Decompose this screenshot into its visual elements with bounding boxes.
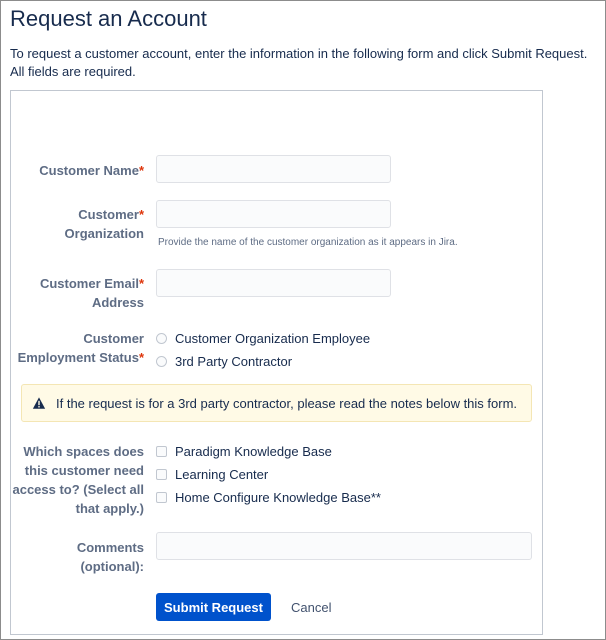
space-option-paradigm[interactable]: Paradigm Knowledge Base [156, 444, 332, 459]
intro-line-1: To request a customer account, enter the… [10, 46, 588, 61]
spaces-label-line3: access to? (Select all [12, 482, 144, 497]
customer-email-label: Customer Email* Address [40, 274, 144, 312]
contractor-warning: If the request is for a 3rd party contra… [21, 384, 532, 422]
comments-label-line1: Comments [76, 540, 144, 555]
space-option-learning-center[interactable]: Learning Center [156, 467, 268, 482]
employment-status-label-line2: Employment Status [17, 350, 139, 365]
radio-option-label: 3rd Party Contractor [175, 354, 293, 369]
comments-label-line2: (optional): [80, 559, 144, 574]
comments-label: Comments (optional): [77, 538, 144, 576]
checkbox[interactable] [156, 446, 167, 457]
spaces-label-line2: this customer need [24, 463, 144, 478]
comments-input[interactable] [156, 532, 532, 560]
radio-option-label: Customer Organization Employee [175, 331, 371, 346]
customer-name-label-text: Customer Name [39, 163, 139, 178]
space-option-home-configure[interactable]: Home Configure Knowledge Base** [156, 490, 381, 505]
intro-line-2: All fields are required. [10, 64, 136, 79]
cancel-link[interactable]: Cancel [291, 600, 331, 615]
customer-org-help: Provide the name of the customer organiz… [158, 237, 458, 248]
customer-email-input[interactable] [156, 269, 391, 297]
submit-request-button[interactable]: Submit Request [156, 593, 271, 621]
radio-option-contractor[interactable]: 3rd Party Contractor [156, 354, 292, 369]
customer-org-label: Customer* Organization [65, 205, 144, 243]
checkbox[interactable] [156, 492, 167, 503]
customer-org-label-line2: Organization [64, 226, 144, 241]
customer-name-label: Customer Name* [39, 161, 144, 180]
intro-text: To request a customer account, enter the… [10, 45, 602, 81]
required-marker: * [138, 276, 144, 291]
customer-email-label-line2: Address [91, 295, 144, 310]
request-form: Customer Name* Customer* Organization Pr… [10, 90, 543, 635]
warning-icon [32, 397, 46, 409]
required-marker: * [138, 350, 144, 365]
warning-text: If the request is for a 3rd party contra… [56, 395, 518, 411]
spaces-label: Which spaces does this customer need acc… [12, 442, 144, 518]
customer-name-input[interactable] [156, 155, 391, 183]
spaces-label-line4: that apply.) [75, 501, 144, 516]
customer-org-input[interactable] [156, 200, 391, 228]
radio-option-employee[interactable]: Customer Organization Employee [156, 331, 370, 346]
space-option-label: Home Configure Knowledge Base** [175, 490, 381, 505]
customer-email-label-line1: Customer Email [39, 276, 139, 291]
page-title: Request an Account [10, 6, 207, 31]
radio-button[interactable] [156, 333, 167, 344]
space-option-label: Paradigm Knowledge Base [175, 444, 332, 459]
required-marker: * [138, 163, 144, 178]
spaces-label-line1: Which spaces does [23, 444, 144, 459]
space-option-label: Learning Center [175, 467, 269, 482]
radio-button[interactable] [156, 356, 167, 367]
employment-status-label: Customer Employment Status* [18, 329, 144, 367]
required-marker: * [138, 207, 144, 222]
employment-status-label-line1: Customer [83, 331, 144, 346]
customer-org-label-line1: Customer [78, 207, 139, 222]
checkbox[interactable] [156, 469, 167, 480]
